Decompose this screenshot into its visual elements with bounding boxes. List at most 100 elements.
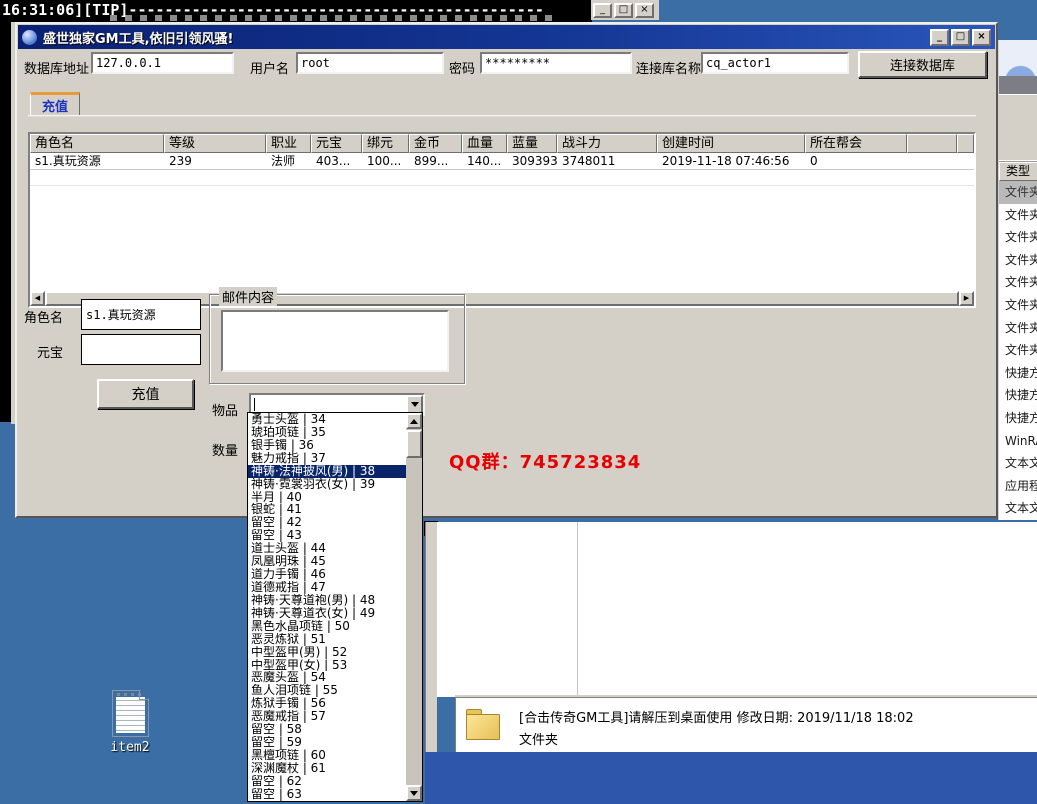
gm-window-title: 盛世独家GM工具,依旧引领风骚! bbox=[43, 28, 233, 47]
dbname-input[interactable] bbox=[701, 52, 849, 74]
dropdown-item[interactable]: 道士头盔 | 44 bbox=[248, 542, 406, 555]
desktop-icon-item2[interactable]: item2 bbox=[98, 690, 162, 762]
dropdown-item[interactable]: 黑檀项链 | 60 bbox=[248, 749, 406, 762]
console-close-button[interactable]: × bbox=[635, 3, 654, 18]
table-header-cell[interactable]: 职业 bbox=[266, 134, 311, 153]
type-list-item[interactable]: WinRA bbox=[999, 430, 1037, 453]
table-header-cell[interactable]: 元宝 bbox=[311, 134, 362, 153]
type-list-item[interactable]: 文件夹 bbox=[999, 249, 1037, 272]
dropdown-item[interactable]: 神铸·霓裳羽衣(女) | 39 bbox=[248, 478, 406, 491]
table-cell: 309393 bbox=[507, 153, 557, 169]
db-address-input[interactable] bbox=[91, 52, 234, 74]
dropdown-item[interactable]: 恶魔头盔 | 54 bbox=[248, 671, 406, 684]
dropdown-item[interactable]: 留空 | 43 bbox=[248, 529, 406, 542]
role-name-input[interactable] bbox=[81, 299, 201, 330]
type-list-item[interactable]: 文件夹 bbox=[999, 181, 1037, 204]
dropdown-item[interactable]: 鱼人泪项链 | 55 bbox=[248, 684, 406, 697]
console-clipped-line bbox=[110, 15, 556, 21]
dropdown-item[interactable]: 琥珀项链 | 35 bbox=[248, 426, 406, 439]
explorer-column-divider bbox=[577, 522, 578, 697]
dropdown-item[interactable]: 深渊魔杖 | 61 bbox=[248, 762, 406, 775]
table-header-cell[interactable]: 金币 bbox=[409, 134, 462, 153]
dropdown-item[interactable]: 神铸·天尊道衣(女) | 49 bbox=[248, 607, 406, 620]
dropdown-item[interactable]: 银蛇 | 41 bbox=[248, 503, 406, 516]
quantity-label: 数量 bbox=[212, 440, 238, 459]
type-list-item[interactable]: 快捷方式 bbox=[999, 407, 1037, 430]
table-cell: 2019-11-18 07:46:56 bbox=[657, 153, 805, 169]
table-header-cell[interactable]: 战斗力 bbox=[557, 134, 657, 153]
dropdown-item[interactable]: 中型盔甲(女) | 53 bbox=[248, 659, 406, 672]
dropdown-item[interactable]: 道德戒指 | 47 bbox=[248, 581, 406, 594]
console-maximize-button[interactable]: □ bbox=[614, 3, 633, 18]
password-label: 密码 bbox=[449, 58, 475, 77]
type-list-item[interactable]: 快捷方式 bbox=[999, 384, 1037, 407]
dropdown-item[interactable]: 恶灵炼狱 | 51 bbox=[248, 633, 406, 646]
table-header-cell[interactable]: 创建时间 bbox=[657, 134, 805, 153]
tab-recharge[interactable]: 充值 bbox=[30, 92, 80, 116]
dropdown-item[interactable]: 神铸·天尊道袍(男) | 48 bbox=[248, 594, 406, 607]
character-table-header: 角色名等级职业元宝绑元金币血量蓝量战斗力创建时间所在帮会 bbox=[30, 134, 974, 153]
desktop-icon-label: item2 bbox=[98, 740, 162, 755]
table-header-cell[interactable]: 所在帮会 bbox=[805, 134, 907, 153]
type-list-item[interactable]: 文件夹 bbox=[999, 339, 1037, 362]
table-header-cell[interactable] bbox=[957, 134, 974, 153]
table-header-cell[interactable] bbox=[907, 134, 957, 153]
recharge-button[interactable]: 充值 bbox=[97, 379, 194, 409]
table-header-cell[interactable]: 血量 bbox=[462, 134, 507, 153]
dropdown-item[interactable]: 留空 | 42 bbox=[248, 516, 406, 529]
type-list-item[interactable]: 文件夹 bbox=[999, 226, 1037, 249]
dropdown-item[interactable]: 留空 | 58 bbox=[248, 723, 406, 736]
table-header-cell[interactable]: 等级 bbox=[164, 134, 266, 153]
type-list-item[interactable]: 文件夹 bbox=[999, 294, 1037, 317]
character-table-row[interactable]: s1.真玩资源239法师403...100...899...140...3093… bbox=[30, 153, 974, 170]
dropdown-item[interactable]: 留空 | 63 bbox=[248, 788, 406, 801]
connect-db-button[interactable]: 连接数据库 bbox=[858, 51, 987, 78]
mail-content-textarea[interactable] bbox=[221, 310, 449, 372]
type-list-item[interactable]: 快捷方式 bbox=[999, 362, 1037, 385]
dropdown-item[interactable]: 凤凰明珠 | 45 bbox=[248, 555, 406, 568]
type-column-header[interactable]: 类型 bbox=[999, 162, 1037, 181]
explorer-right-column: 类型 文件夹文件夹文件夹文件夹文件夹文件夹文件夹文件夹快捷方式快捷方式快捷方式W… bbox=[997, 40, 1037, 520]
gm-maximize-button[interactable]: □ bbox=[951, 29, 970, 46]
username-input[interactable] bbox=[296, 52, 444, 74]
yuanbao-input[interactable] bbox=[81, 334, 201, 365]
gm-window-titlebar[interactable]: 盛世独家GM工具,依旧引领风骚! _ □ × bbox=[18, 25, 995, 49]
dropdown-item[interactable]: 勇士头盔 | 34 bbox=[248, 413, 406, 426]
bottom-panel bbox=[425, 752, 1037, 804]
dropdown-item[interactable]: 银手镯 | 36 bbox=[248, 439, 406, 452]
dropdown-item[interactable]: 恶魔戒指 | 57 bbox=[248, 710, 406, 723]
dropdown-item[interactable]: 炼狱手镯 | 56 bbox=[248, 697, 406, 710]
dropdown-item[interactable]: 神铸·法神披风(男) | 38 bbox=[248, 465, 406, 478]
type-list-item[interactable]: 文件夹 bbox=[999, 204, 1037, 227]
table-header-cell[interactable]: 角色名 bbox=[30, 134, 164, 153]
dropdown-item[interactable]: 留空 | 59 bbox=[248, 736, 406, 749]
type-list-item[interactable]: 文本文 bbox=[999, 452, 1037, 475]
scroll-up-icon[interactable] bbox=[406, 413, 422, 429]
dropdown-item[interactable]: 半月 | 40 bbox=[248, 491, 406, 504]
dropdown-item[interactable]: 黑色水晶项链 | 50 bbox=[248, 620, 406, 633]
folder-icon bbox=[465, 705, 503, 743]
password-input[interactable] bbox=[480, 52, 632, 74]
console-minimize-button[interactable]: _ bbox=[593, 3, 612, 18]
type-list-item[interactable]: 文件夹 bbox=[999, 317, 1037, 340]
dropdown-item[interactable]: 留空 | 62 bbox=[248, 775, 406, 788]
type-list-item[interactable]: 文件夹 bbox=[999, 271, 1037, 294]
scroll-right-icon[interactable]: ▶ bbox=[959, 291, 974, 306]
gm-tool-window: 盛世独家GM工具,依旧引领风骚! _ □ × 数据库地址 用户名 密码 连接库名… bbox=[15, 22, 998, 518]
type-list-item[interactable]: 文本文 bbox=[999, 497, 1037, 520]
mail-content-group: 邮件内容 bbox=[209, 294, 465, 384]
dropdown-scrollbar[interactable] bbox=[406, 413, 422, 801]
gm-close-button[interactable]: × bbox=[972, 29, 991, 46]
table-header-cell[interactable]: 蓝量 bbox=[507, 134, 557, 153]
scroll-left-icon[interactable]: ◀ bbox=[30, 291, 45, 306]
table-cell: 100... bbox=[362, 153, 409, 169]
dropdown-item[interactable]: 魅力戒指 | 37 bbox=[248, 452, 406, 465]
dropdown-item[interactable]: 中型盔甲(男) | 52 bbox=[248, 646, 406, 659]
explorer-toolbar-band bbox=[999, 94, 1037, 162]
table-header-cell[interactable]: 绑元 bbox=[362, 134, 409, 153]
dropdown-item[interactable]: 道力手镯 | 46 bbox=[248, 568, 406, 581]
dropdown-scrollbar-thumb[interactable] bbox=[406, 430, 422, 458]
gm-minimize-button[interactable]: _ bbox=[930, 29, 949, 46]
scroll-down-icon[interactable] bbox=[406, 785, 422, 801]
type-list-item[interactable]: 应用程 bbox=[999, 475, 1037, 498]
